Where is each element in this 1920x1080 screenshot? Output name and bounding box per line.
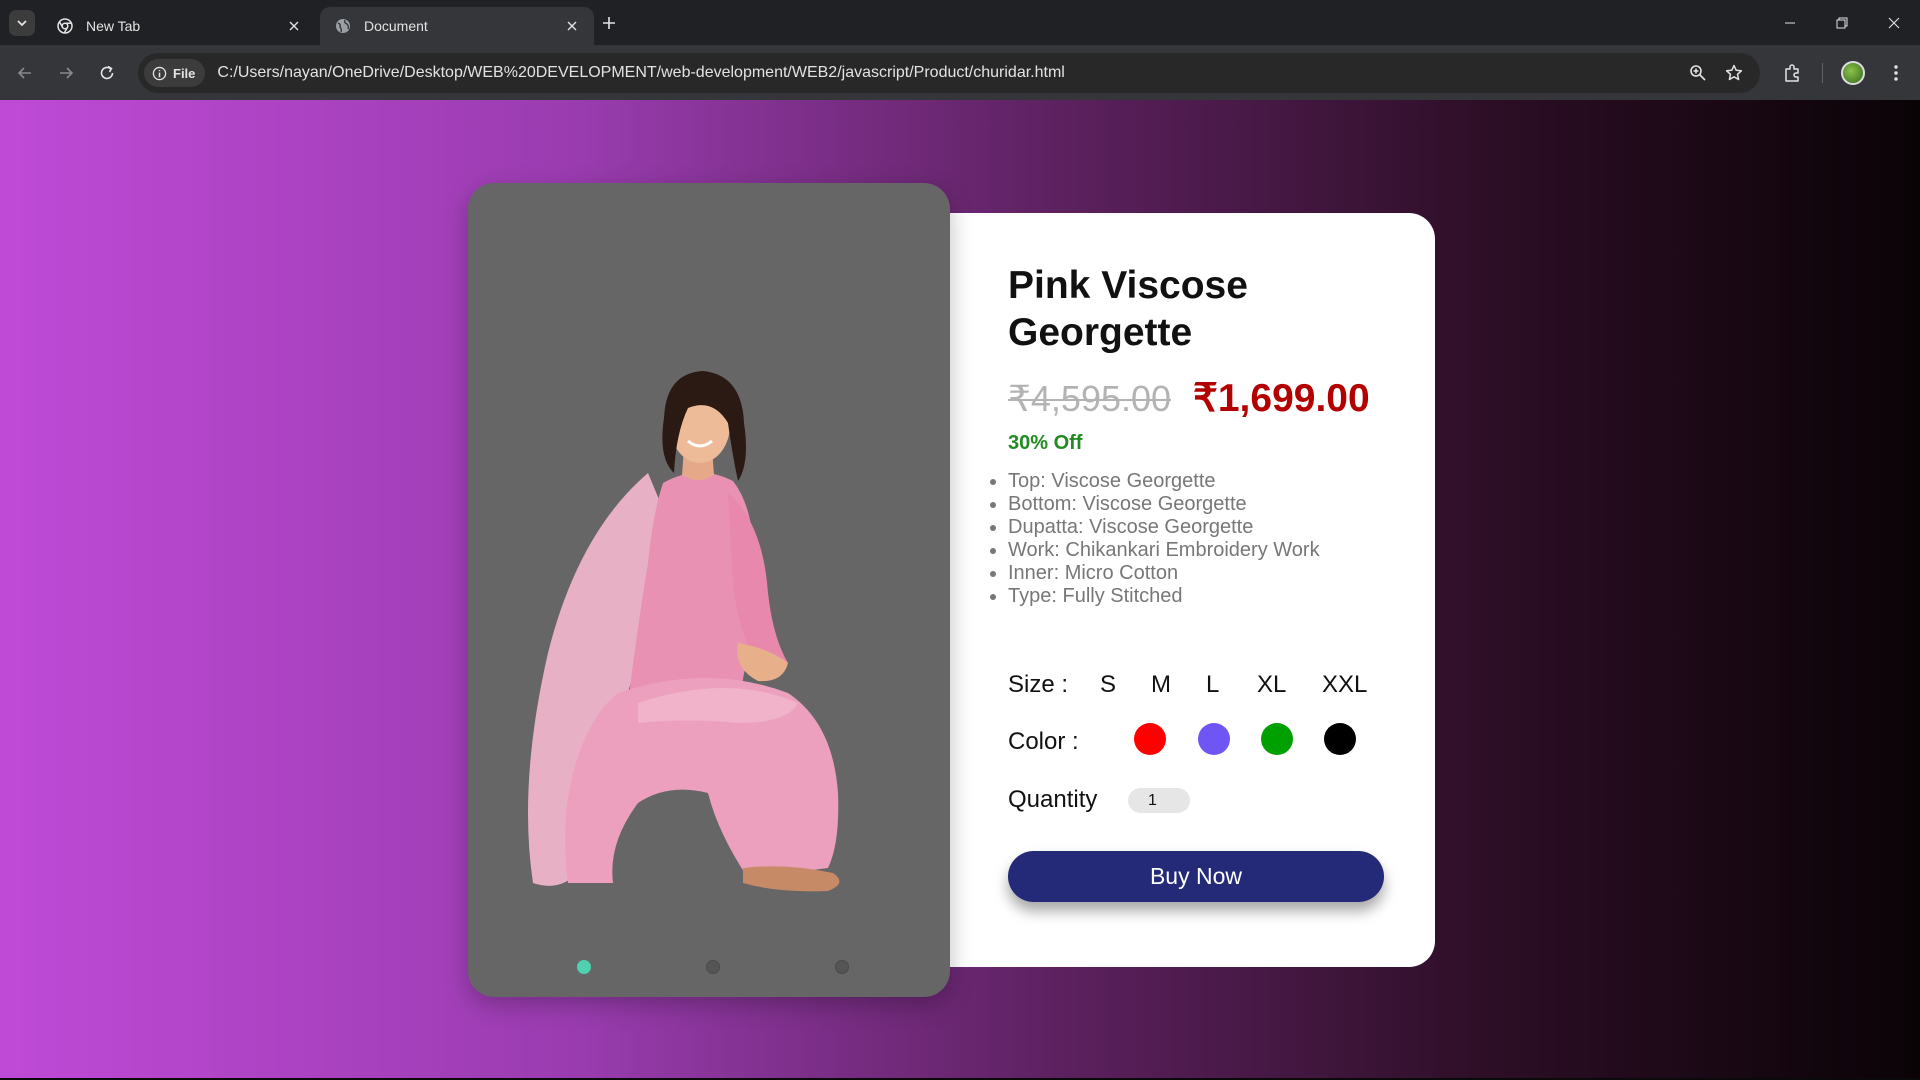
size-option-xxl[interactable]: XXL bbox=[1322, 671, 1367, 699]
size-label: Size : bbox=[1008, 671, 1069, 698]
avatar bbox=[1841, 61, 1865, 85]
color-swatch-green[interactable] bbox=[1261, 723, 1293, 755]
browser-toolbar: File C:/Users/nayan/OneDrive/Desktop/WEB… bbox=[0, 45, 1920, 100]
price-row: ₹4,595.00 ₹1,699.00 bbox=[1008, 376, 1370, 421]
close-icon[interactable] bbox=[284, 16, 304, 36]
tab-strip: New Tab Document bbox=[0, 0, 1920, 45]
menu-button[interactable] bbox=[1878, 55, 1914, 91]
back-button[interactable] bbox=[11, 59, 39, 87]
color-selector: Color : bbox=[1008, 723, 1368, 759]
carousel-dot-2[interactable] bbox=[706, 960, 720, 974]
size-option-l[interactable]: L bbox=[1206, 671, 1219, 699]
reload-button[interactable] bbox=[93, 59, 121, 87]
detail-work: Work: Chikankari Embroidery Work bbox=[1008, 539, 1320, 562]
detail-bottom: Bottom: Viscose Georgette bbox=[1008, 493, 1320, 516]
plus-icon bbox=[603, 17, 615, 29]
detail-top: Top: Viscose Georgette bbox=[1008, 470, 1320, 493]
original-price: ₹4,595.00 bbox=[1008, 378, 1172, 419]
extensions-button[interactable] bbox=[1774, 55, 1810, 91]
site-info-label: File bbox=[173, 65, 196, 81]
minimize-button[interactable] bbox=[1764, 0, 1816, 45]
detail-inner: Inner: Micro Cotton bbox=[1008, 562, 1320, 585]
close-window-button[interactable] bbox=[1868, 0, 1920, 45]
color-swatch-purple[interactable] bbox=[1198, 723, 1230, 755]
chrome-icon bbox=[56, 17, 74, 35]
tab-title: Document bbox=[364, 18, 428, 34]
carousel-dot-1[interactable] bbox=[577, 960, 591, 974]
chevron-down-icon bbox=[17, 20, 27, 27]
tab-title: New Tab bbox=[86, 18, 141, 34]
detail-type: Type: Fully Stitched bbox=[1008, 585, 1320, 608]
sale-price: ₹1,699.00 bbox=[1193, 377, 1370, 420]
bookmark-star-icon[interactable] bbox=[1716, 55, 1752, 91]
tab-new-tab[interactable]: New Tab bbox=[42, 7, 316, 45]
discount-label: 30% Off bbox=[1008, 432, 1083, 454]
quantity-label: Quantity bbox=[1008, 786, 1098, 813]
minimize-icon bbox=[1785, 22, 1795, 23]
new-tab-button[interactable] bbox=[598, 12, 620, 34]
address-bar[interactable]: File C:/Users/nayan/OneDrive/Desktop/WEB… bbox=[138, 53, 1760, 93]
forward-button[interactable] bbox=[52, 59, 80, 87]
profile-button[interactable] bbox=[1835, 55, 1871, 91]
page-background bbox=[0, 100, 1920, 1080]
carousel-indicators bbox=[468, 957, 950, 977]
puzzle-icon bbox=[1785, 64, 1799, 82]
quantity-input[interactable] bbox=[1128, 788, 1190, 813]
url-text[interactable]: C:/Users/nayan/OneDrive/Desktop/WEB%20DE… bbox=[217, 64, 1680, 82]
site-info-chip[interactable]: File bbox=[144, 59, 206, 87]
size-option-s[interactable]: S bbox=[1100, 671, 1116, 699]
restore-icon bbox=[1836, 17, 1848, 28]
window-controls bbox=[1764, 0, 1920, 45]
info-icon bbox=[152, 66, 167, 80]
arrow-right-icon bbox=[60, 67, 74, 79]
close-icon[interactable] bbox=[562, 16, 582, 36]
tab-document[interactable]: Document bbox=[320, 7, 594, 45]
detail-dupatta: Dupatta: Viscose Georgette bbox=[1008, 516, 1320, 539]
size-option-m[interactable]: M bbox=[1151, 671, 1171, 699]
size-selector: Size : S M L XL XXL bbox=[1008, 671, 1368, 701]
reload-icon bbox=[100, 65, 114, 80]
carousel-dot-3[interactable] bbox=[835, 960, 849, 974]
restore-button[interactable] bbox=[1816, 0, 1868, 45]
toolbar-divider bbox=[1822, 63, 1823, 83]
product-photo bbox=[528, 371, 840, 892]
more-vertical-icon bbox=[1894, 65, 1898, 81]
globe-icon bbox=[334, 17, 352, 35]
color-swatch-black[interactable] bbox=[1324, 723, 1356, 755]
tab-search-button[interactable] bbox=[9, 10, 35, 36]
product-image-card bbox=[468, 183, 950, 997]
arrow-left-icon bbox=[17, 67, 31, 79]
product-title: Pink Viscose Georgette bbox=[1008, 264, 1248, 354]
quantity-row: Quantity bbox=[1008, 786, 1368, 816]
buy-now-button[interactable]: Buy Now bbox=[1008, 851, 1384, 902]
color-swatch-red[interactable] bbox=[1134, 723, 1166, 755]
close-icon bbox=[1888, 17, 1900, 28]
size-option-xl[interactable]: XL bbox=[1257, 671, 1286, 699]
color-label: Color : bbox=[1008, 728, 1079, 755]
product-details-list: Top: Viscose Georgette Bottom: Viscose G… bbox=[1008, 470, 1320, 608]
zoom-icon[interactable] bbox=[1680, 55, 1716, 91]
